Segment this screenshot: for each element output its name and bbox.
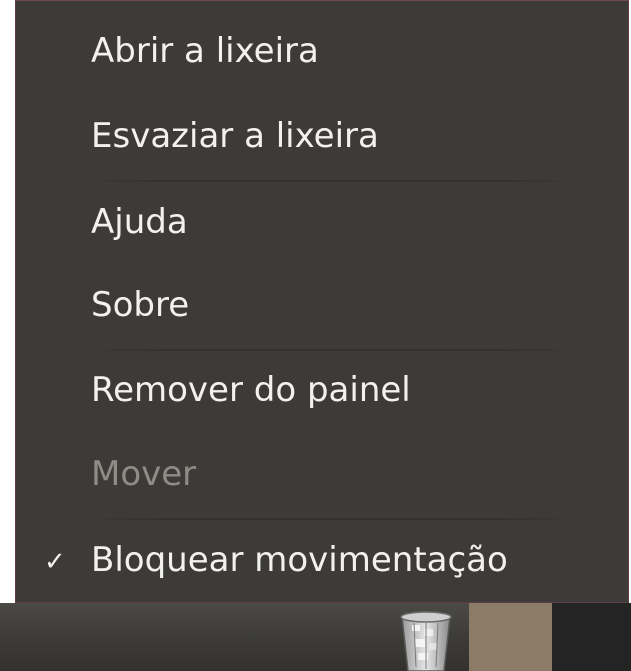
checkmark-icon: ✓ [44,547,66,577]
menu-separator [86,349,576,351]
menu-item-empty-trash[interactable]: Esvaziar a lixeira [16,101,628,171]
menu-item-label: Abrir a lixeira [91,31,319,71]
menu-item-move: Mover [16,439,628,509]
menu-item-label: Sobre [91,285,190,325]
bottom-panel [0,603,631,671]
menu-separator [86,518,576,520]
menu-separator [86,180,576,182]
applet-context-menu: Abrir a lixeira Esvaziar a lixeira Ajuda… [15,0,629,603]
menu-item-label: Remover do painel [91,370,411,410]
panel-dark-area [552,603,631,671]
screen: Abrir a lixeira Esvaziar a lixeira Ajuda… [0,0,631,671]
menu-item-label: Bloquear movimentação [91,540,508,580]
menu-item-remove-from-panel[interactable]: Remover do painel [16,355,628,425]
trash-can-icon[interactable] [394,607,460,671]
menu-item-label: Mover [91,454,197,494]
menu-item-help[interactable]: Ajuda [16,187,628,257]
menu-item-label: Esvaziar a lixeira [91,116,379,156]
menu-item-about[interactable]: Sobre [16,270,628,340]
panel-launcher-tile[interactable] [469,603,552,671]
menu-item-lock-movement[interactable]: ✓ Bloquear movimentação [16,525,628,595]
menu-item-open-trash[interactable]: Abrir a lixeira [16,16,628,86]
menu-item-label: Ajuda [91,202,188,242]
